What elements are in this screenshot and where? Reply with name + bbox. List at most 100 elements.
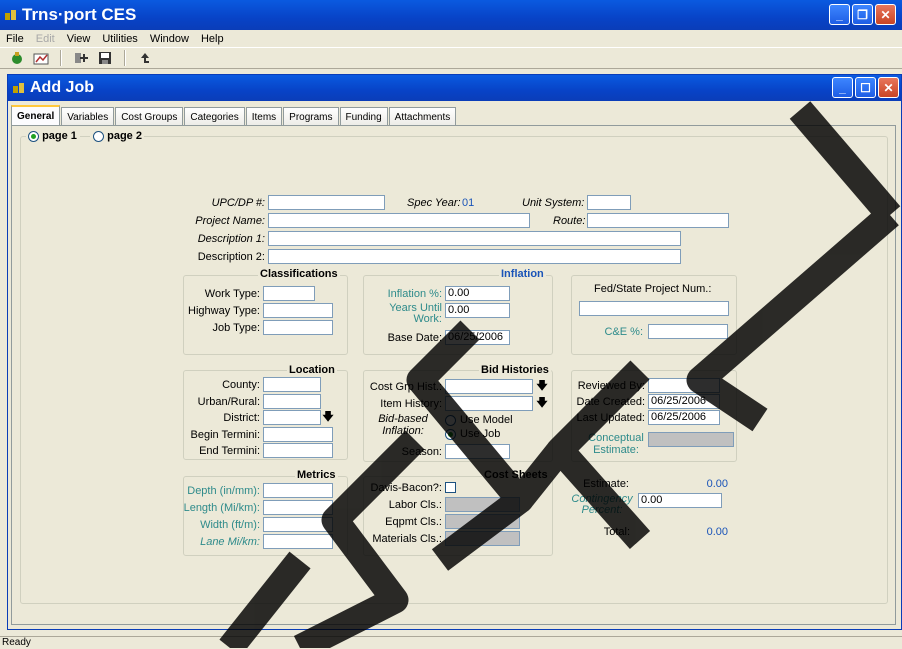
reviewed-by-input[interactable] xyxy=(648,378,720,393)
tab-variables[interactable]: Variables xyxy=(61,107,115,126)
fed-state-project-input[interactable] xyxy=(579,301,729,316)
use-job-radio[interactable] xyxy=(445,429,456,440)
open-icon[interactable] xyxy=(8,50,26,66)
child-maximize-icon[interactable]: ☐ xyxy=(855,77,876,98)
description1-input[interactable] xyxy=(268,231,681,246)
child-window-controls: _ ☐ ✕ xyxy=(832,77,899,98)
close-icon[interactable]: ✕ xyxy=(875,4,896,25)
spec-year-value: 01 xyxy=(462,197,475,209)
inflation-pct-label: Inflation %: xyxy=(387,288,442,300)
work-type-label: Work Type: xyxy=(204,288,260,300)
begin-termini-label: Begin Termini: xyxy=(190,429,261,441)
add-job-window: Add Job _ ☐ ✕ General Variables Cost Gro… xyxy=(7,74,902,630)
lane-label: Lane Mi/km: xyxy=(200,536,260,548)
tab-funding[interactable]: Funding xyxy=(339,107,388,126)
unit-system-input[interactable] xyxy=(587,195,631,210)
add-icon[interactable] xyxy=(72,50,90,66)
bid-histories-title: Bid Histories xyxy=(479,364,551,376)
tab-categories[interactable]: Categories xyxy=(184,107,245,126)
menu-edit[interactable]: Edit xyxy=(30,33,61,45)
cost-grp-hist-input[interactable] xyxy=(445,379,533,394)
district-dropdown-icon[interactable]: 🡇 xyxy=(321,410,335,425)
route-label: Route: xyxy=(553,215,586,227)
save-icon[interactable] xyxy=(96,50,114,66)
child-title-bar: Add Job _ ☐ ✕ xyxy=(8,75,901,101)
menu-help[interactable]: Help xyxy=(195,33,230,45)
job-type-input[interactable] xyxy=(263,320,333,335)
davis-bacon-checkbox[interactable] xyxy=(445,482,456,493)
urban-rural-input[interactable] xyxy=(263,394,321,409)
app-logo-icon xyxy=(4,9,18,21)
upc-label: UPC/DP #: xyxy=(211,197,265,209)
page1-label[interactable]: page 1 xyxy=(42,130,77,142)
app-title-bar: Trns·port CES _ ❐ ✕ xyxy=(0,0,902,30)
date-created-input[interactable]: 06/25/2006 xyxy=(648,394,720,409)
use-model-label[interactable]: Use Model xyxy=(460,414,513,426)
tab-items[interactable]: Items xyxy=(245,107,283,126)
metrics-title: Metrics xyxy=(295,469,338,481)
child-minimize-icon[interactable]: _ xyxy=(832,77,853,98)
page1-radio[interactable] xyxy=(28,130,39,142)
tab-general[interactable]: General xyxy=(11,105,61,126)
description1-label: Description 1: xyxy=(197,233,265,245)
window-controls: _ ❐ ✕ xyxy=(829,4,896,25)
up-icon[interactable] xyxy=(136,50,154,66)
width-label: Width (ft/m): xyxy=(200,519,260,531)
date-created-label: Date Created: xyxy=(576,396,645,408)
project-name-input[interactable] xyxy=(268,213,530,228)
last-updated-input[interactable]: 06/25/2006 xyxy=(648,410,720,425)
use-job-label[interactable]: Use Job xyxy=(460,428,500,440)
menu-window[interactable]: Window xyxy=(144,33,195,45)
materials-cls-input[interactable] xyxy=(445,531,520,546)
menu-view[interactable]: View xyxy=(61,33,97,45)
years-until-label: Years Until Work: xyxy=(389,302,442,325)
use-model-radio[interactable] xyxy=(445,415,456,426)
end-termini-input[interactable] xyxy=(263,443,333,458)
eqpmt-cls-input[interactable] xyxy=(445,514,520,529)
conceptual-estimate-input[interactable] xyxy=(648,432,734,447)
toolbar xyxy=(0,47,902,69)
length-input[interactable] xyxy=(263,500,333,515)
length-label: Length (Mi/km): xyxy=(183,502,260,514)
child-close-icon[interactable]: ✕ xyxy=(878,77,899,98)
general-tab-panel: page 1 page 2 UPC/DP #: Spec Year: 01 Un… xyxy=(11,125,896,625)
item-history-input[interactable] xyxy=(445,396,533,411)
page2-radio[interactable] xyxy=(93,130,105,142)
tab-cost-groups[interactable]: Cost Groups xyxy=(115,107,184,126)
page2-label[interactable]: page 2 xyxy=(107,130,142,142)
begin-termini-input[interactable] xyxy=(263,427,333,442)
menu-file[interactable]: File xyxy=(0,33,30,45)
highway-type-input[interactable] xyxy=(263,303,333,318)
labor-cls-input[interactable] xyxy=(445,497,520,512)
report-icon[interactable] xyxy=(32,50,50,66)
upc-input[interactable] xyxy=(268,195,385,210)
district-input[interactable] xyxy=(263,410,321,425)
item-history-dropdown-icon[interactable]: 🡇 xyxy=(535,396,549,411)
bid-based-inflation-label: Bid-based Inflation: xyxy=(378,413,428,437)
description2-input[interactable] xyxy=(268,249,681,264)
season-input[interactable] xyxy=(445,444,510,459)
minimize-icon[interactable]: _ xyxy=(829,4,850,25)
width-input[interactable] xyxy=(263,517,333,532)
menu-bar: File Edit View Utilities Window Help xyxy=(0,30,902,47)
menu-utilities[interactable]: Utilities xyxy=(96,33,143,45)
work-type-input[interactable] xyxy=(263,286,315,301)
contingency-label: Contingency Percent: xyxy=(571,493,633,516)
years-until-input[interactable]: 0.00 xyxy=(445,303,510,318)
last-updated-label: Last Updated: xyxy=(576,412,646,424)
base-date-input[interactable]: 06/25/2006 xyxy=(445,330,510,345)
eqpmt-cls-label: Eqpmt Cls.: xyxy=(385,516,442,528)
depth-input[interactable] xyxy=(263,483,333,498)
tab-attachments[interactable]: Attachments xyxy=(388,107,457,126)
cost-grp-dropdown-icon[interactable]: 🡇 xyxy=(535,379,549,394)
inflation-pct-input[interactable]: 0.00 xyxy=(445,286,510,301)
restore-icon[interactable]: ❐ xyxy=(852,4,873,25)
district-label: District: xyxy=(223,412,260,424)
tab-programs[interactable]: Programs xyxy=(283,107,339,126)
route-input[interactable] xyxy=(587,213,729,228)
conceptual-estimate-label: Conceptual Estimate: xyxy=(588,432,644,456)
county-input[interactable] xyxy=(263,377,321,392)
ce-pct-input[interactable] xyxy=(648,324,728,339)
lane-input[interactable] xyxy=(263,534,333,549)
contingency-input[interactable]: 0.00 xyxy=(638,493,722,508)
